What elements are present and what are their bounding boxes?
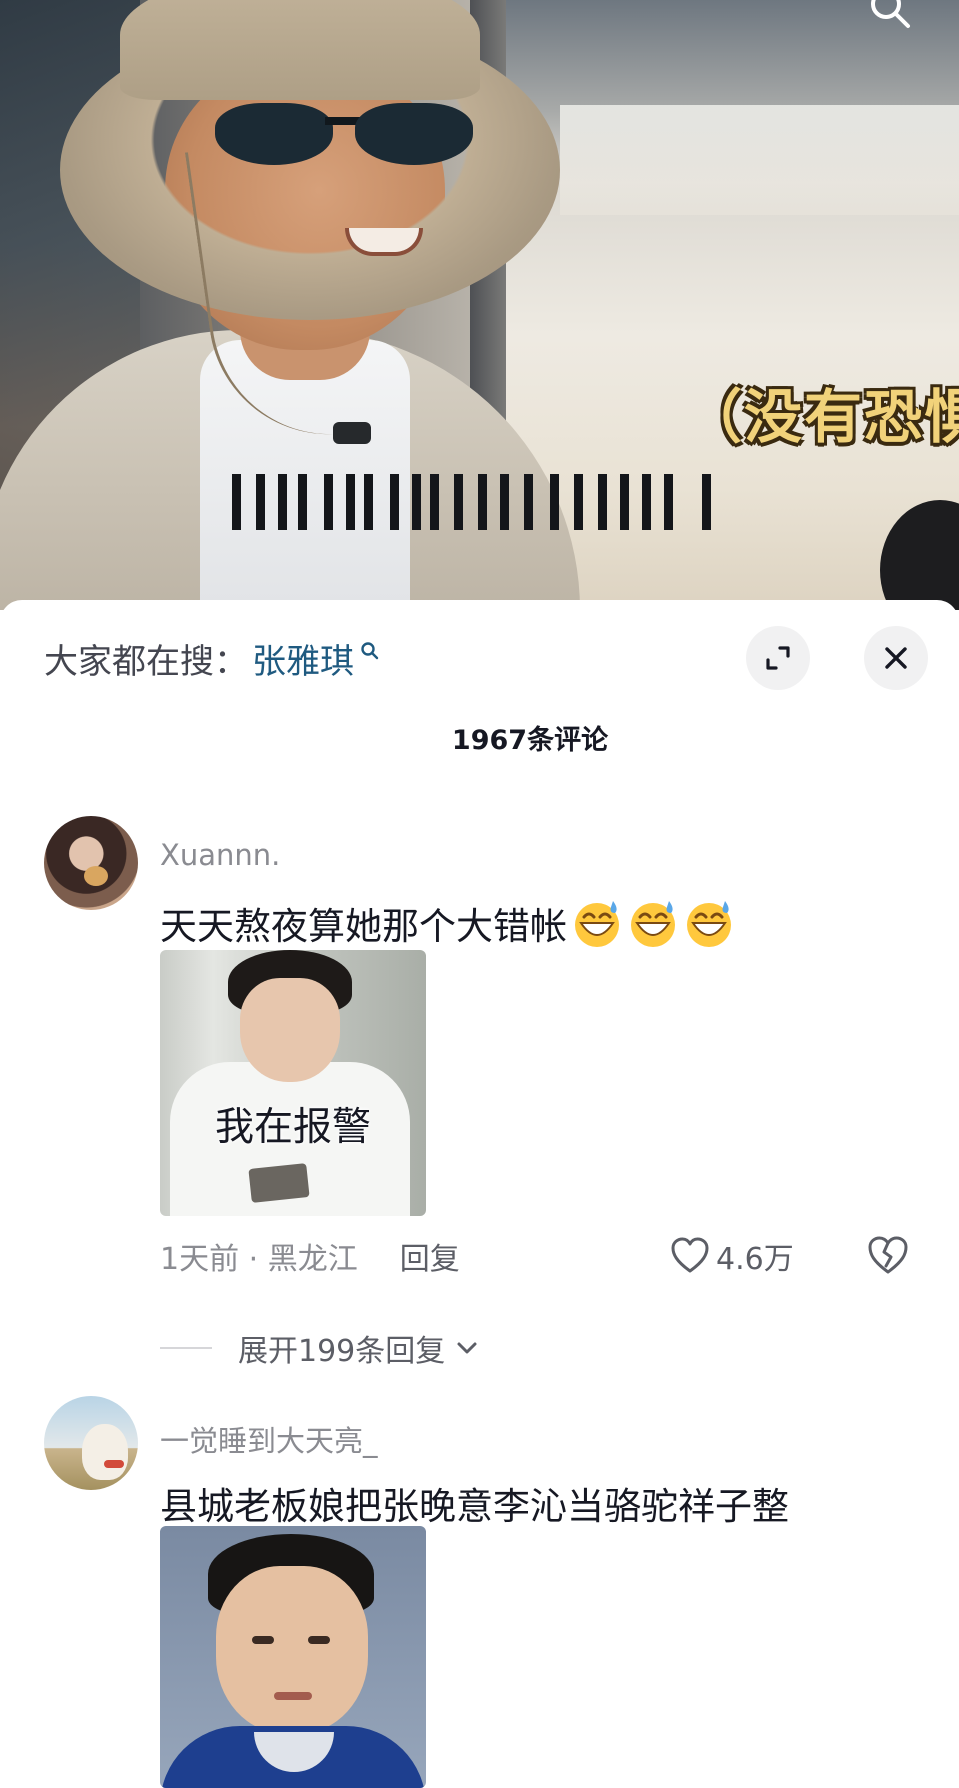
censored-subtitle-bars [232,474,714,530]
meme-caption: 我在报警 [214,1105,371,1150]
video-subtitle: （没有恐惧感 [684,383,959,451]
person-hat-crown [120,0,480,100]
expand-replies-button[interactable]: 展开199条回复 [160,1326,481,1370]
comment-username[interactable]: Xuannn. [160,838,280,872]
meme-face [240,978,340,1082]
comment-text-row: 天天熬夜算她那个大错帐 [160,896,735,950]
comment-time-location: 1天前 · 黑龙江 [160,1242,358,1277]
reply-button[interactable]: 回复 [400,1234,460,1278]
expand-icon [766,646,790,670]
expand-button[interactable] [746,626,810,690]
search-icon[interactable] [868,0,912,30]
comment-image[interactable] [160,1526,426,1788]
heart-icon [671,1237,709,1273]
comment-item: 一觉睡到大天亮_ 县城老板娘把张晚意李沁当骆驼祥子整 [0,1396,959,1788]
meme-face [216,1566,368,1734]
comment-image[interactable]: 我在报警 [160,950,426,1216]
meme-eye [252,1636,274,1644]
meme-phone [248,1163,310,1203]
hot-search-term[interactable]: 张雅琪 [252,634,354,683]
comment-count: 1967条评论 [451,725,609,756]
sweat-grin-emoji [575,901,619,947]
lapel-mic [333,422,371,444]
video-background-wall [560,105,959,215]
comment-panel: 大家都在搜： 张雅琪 1967条评论 Xuannn. 天天熬夜算她那个大错帐 我… [0,600,959,1788]
comment-meta: 1天前 · 黑龙江 回复 [160,1234,460,1278]
comment-text: 县城老板娘把张晚意李沁当骆驼祥子整 [160,1485,789,1528]
hot-search-label: 大家都在搜： [44,641,248,682]
comment-username[interactable]: 一觉睡到大天亮_ [160,1418,378,1460]
expand-replies-label: 展开199条回复 [238,1334,446,1369]
hot-search-bar[interactable]: 大家都在搜： 张雅琪 [44,634,380,683]
sweat-grin-emoji [631,901,675,947]
like-count: 4.6万 [716,1242,794,1277]
close-icon [885,647,907,669]
comment-text: 天天熬夜算她那个大错帐 [160,905,567,948]
meme-mouth [274,1692,312,1700]
avatar[interactable] [44,1396,138,1490]
divider-line [160,1347,212,1349]
search-icon [361,642,379,660]
avatar[interactable] [44,816,138,910]
broken-heart-icon[interactable] [866,1234,910,1278]
meme-eye [308,1636,330,1644]
comment-text-row: 县城老板娘把张晚意李沁当骆驼祥子整 [160,1476,789,1530]
like-button[interactable]: 4.6万 [670,1234,794,1278]
sweat-grin-emoji [687,901,731,947]
chevron-down-icon [457,1342,477,1354]
video-player[interactable]: （没有恐惧感 [0,0,959,610]
close-button[interactable] [864,626,928,690]
